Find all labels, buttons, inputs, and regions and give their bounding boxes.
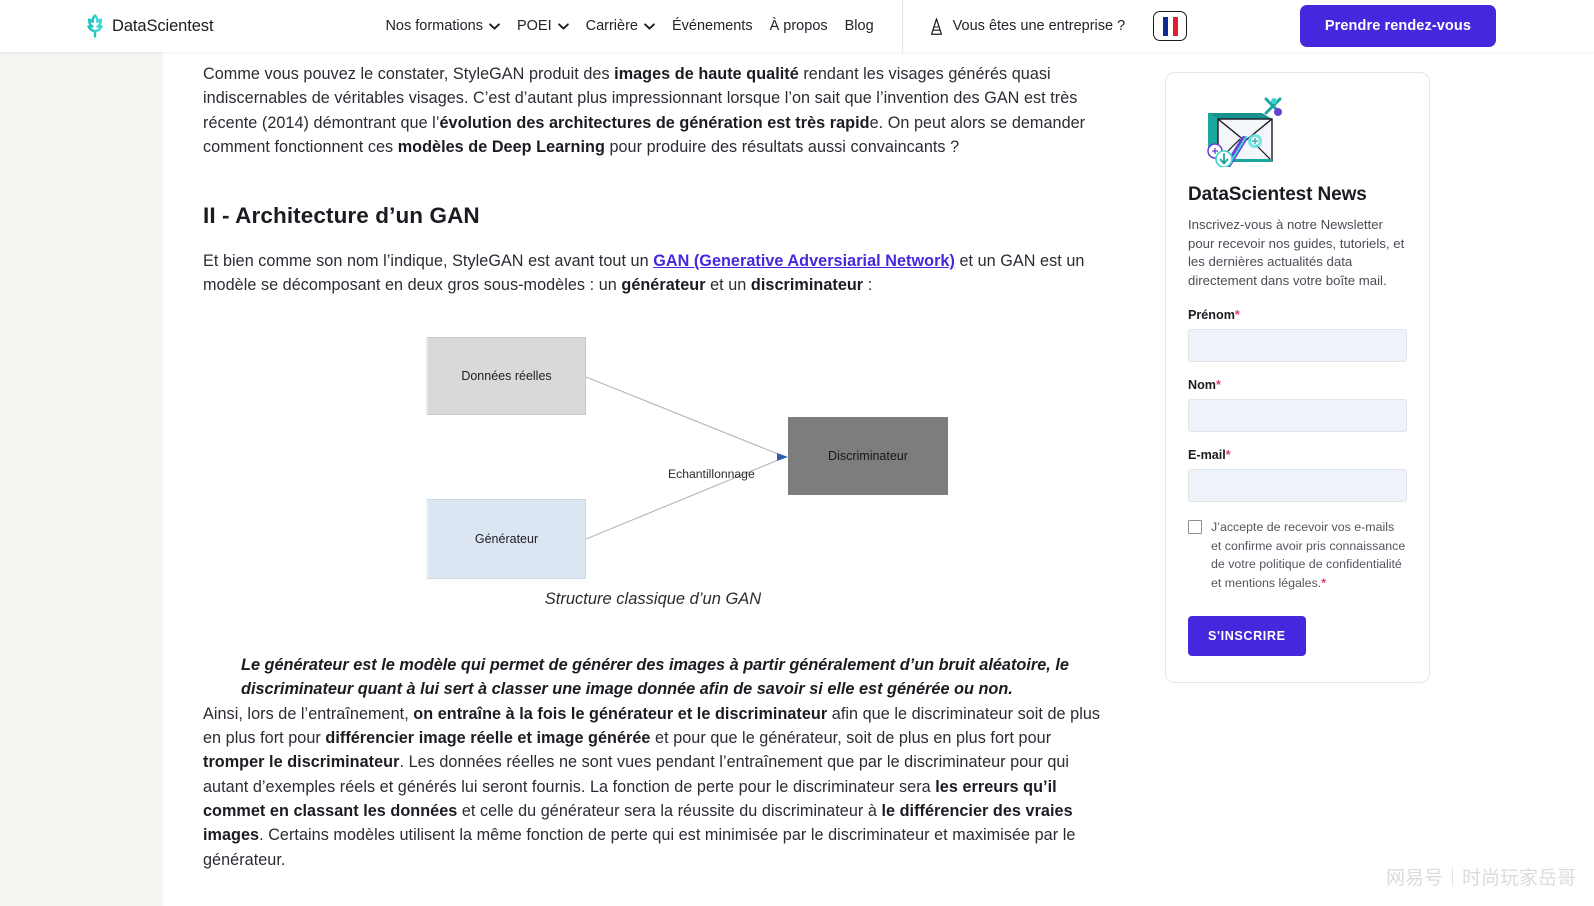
text-strong: évolution des architectures de génératio… (439, 113, 870, 132)
text-strong: on entraîne à la fois le générateur et l… (413, 704, 828, 723)
text-run: : (863, 276, 873, 295)
gan-diagram: Données réelles Générateur Discriminateu… (203, 322, 1103, 584)
diagram-box-label: Données réelles (461, 368, 552, 383)
nom-label: Nom* (1188, 378, 1407, 392)
chevron-down-icon (644, 22, 655, 30)
field-label-text: E-mail (1188, 448, 1226, 463)
nav-item-label: À propos (769, 18, 828, 34)
brand-logo-text: DataScientest (112, 16, 214, 35)
newsletter-card: DataScientest News Inscrivez-vous à notr… (1165, 72, 1430, 684)
fr-flag-icon (1162, 16, 1178, 36)
nav-item-evenements[interactable]: Événements (672, 18, 753, 34)
text-run: et un (705, 276, 751, 295)
text-run: Ainsi, lors de l’entraînement, (203, 704, 414, 723)
nav-item-label: Carrière (585, 18, 638, 34)
language-selector-button[interactable] (1153, 11, 1188, 41)
gan-diagram-edges (585, 376, 788, 540)
prendre-rendez-vous-button[interactable]: Prendre rendez-vous (1299, 5, 1496, 47)
header-divider (901, 0, 903, 52)
nav-item-poei[interactable]: POEI (517, 18, 569, 34)
intro-paragraph: Comme vous pouvez le constater, StyleGAN… (203, 62, 1108, 159)
text-run: . Certains modèles utilisent la même fon… (203, 826, 1076, 869)
required-marker: * (1321, 575, 1327, 590)
diagram-box-donnees-reelles: Données réelles (426, 336, 586, 415)
nav-item-a-propos[interactable]: À propos (770, 18, 828, 34)
datascientest-logo-icon (84, 14, 106, 38)
text-run: et pour que le générateur, soit de plus … (650, 729, 1052, 748)
text-strong: modèles de Deep Learning (397, 137, 605, 156)
chevron-down-icon (557, 22, 569, 30)
enterprise-link[interactable]: Vous êtes une entreprise ? (929, 17, 1126, 35)
gan-wikipedia-link[interactable]: GAN (Generative Adversiarial Network) (653, 252, 955, 270)
nav-item-label: Blog (844, 18, 874, 34)
text-strong: tromper le discriminateur (203, 753, 400, 772)
text-run: pour produire des résultats aussi convai… (604, 137, 960, 156)
section-heading: II - Architecture d’un GAN (203, 203, 480, 229)
figure-caption: Structure classique d’un GAN (544, 589, 762, 608)
consent-text-body: J’accepte de recevoir vos e-mails et con… (1211, 520, 1406, 590)
text-strong: discriminateur (750, 276, 864, 295)
diagram-box-label: Générateur (474, 531, 539, 546)
email-input[interactable] (1188, 469, 1407, 503)
required-marker: * (1225, 448, 1231, 463)
consent-text: J’accepte de recevoir vos e-mails et con… (1211, 518, 1407, 592)
main-navigation: Nos formations POEI Carrière Événements … (385, 18, 873, 34)
diagram-box-discriminateur: Discriminateur (788, 416, 948, 495)
text-run: Comme vous pouvez le constater, StyleGAN… (203, 65, 615, 83)
content-sheet: Comme vous pouvez le constater, StyleGAN… (163, 52, 1594, 906)
text-strong: générateur (621, 276, 706, 295)
page-body: Comme vous pouvez le constater, StyleGAN… (0, 52, 1594, 906)
envelope-newsletter-icon (1188, 95, 1407, 172)
callout-paragraph: Le générateur est le modèle qui permet d… (241, 655, 1069, 699)
article-content: Comme vous pouvez le constater, StyleGAN… (203, 52, 1108, 896)
nav-item-nos-formations[interactable]: Nos formations (385, 18, 500, 34)
nav-item-label: POEI (516, 18, 552, 34)
gan-architecture-figure: Données réelles Générateur Discriminateu… (203, 322, 1108, 609)
required-marker: * (1234, 308, 1240, 323)
nav-item-blog[interactable]: Blog (845, 18, 874, 34)
text-strong: différencier image réelle et image génér… (325, 729, 651, 748)
final-paragraph: Ainsi, lors de l’entraînement, on entraî… (203, 702, 1108, 872)
newsletter-submit-button[interactable]: S'INSCRIRE (1188, 616, 1306, 657)
prenom-label: Prénom* (1188, 308, 1407, 322)
prenom-input[interactable] (1188, 329, 1407, 363)
brand-logo-link[interactable]: DataScientest (84, 14, 214, 38)
site-header: DataScientest Nos formations POEI Carriè… (0, 0, 1594, 52)
text-run: Et bien comme son nom l’indique, StyleGA… (203, 252, 654, 271)
section-paragraph: Et bien comme son nom l’indique, StyleGA… (203, 249, 1108, 298)
consent-row: J’accepte de recevoir vos e-mails et con… (1188, 518, 1407, 592)
text-run: et celle du générateur sera la réussite … (457, 801, 882, 820)
enterprise-label: Vous êtes une entreprise ? (952, 18, 1126, 34)
nom-input[interactable] (1188, 399, 1407, 433)
newsletter-title: DataScientest News (1188, 184, 1367, 205)
diagram-box-label: Discriminateur (828, 448, 908, 463)
email-label: E-mail* (1188, 448, 1407, 462)
text-strong: images de haute qualité (614, 65, 799, 83)
field-label-text: Prénom (1188, 308, 1235, 323)
newsletter-description: Inscrivez-vous à notre Newsletter pour r… (1188, 217, 1405, 288)
required-marker: * (1216, 378, 1221, 393)
nav-item-label: Événements (671, 18, 753, 34)
chevron-down-icon (489, 22, 500, 30)
nav-item-label: Nos formations (385, 18, 483, 34)
consent-checkbox[interactable] (1188, 520, 1202, 535)
diagram-box-generateur: Générateur (426, 498, 586, 579)
diagram-edge-label-echantillonnage: Echantillonnage (668, 466, 755, 481)
nav-item-carriere[interactable]: Carrière (586, 18, 655, 34)
field-label-text: Nom (1188, 378, 1216, 393)
building-icon (929, 17, 944, 35)
